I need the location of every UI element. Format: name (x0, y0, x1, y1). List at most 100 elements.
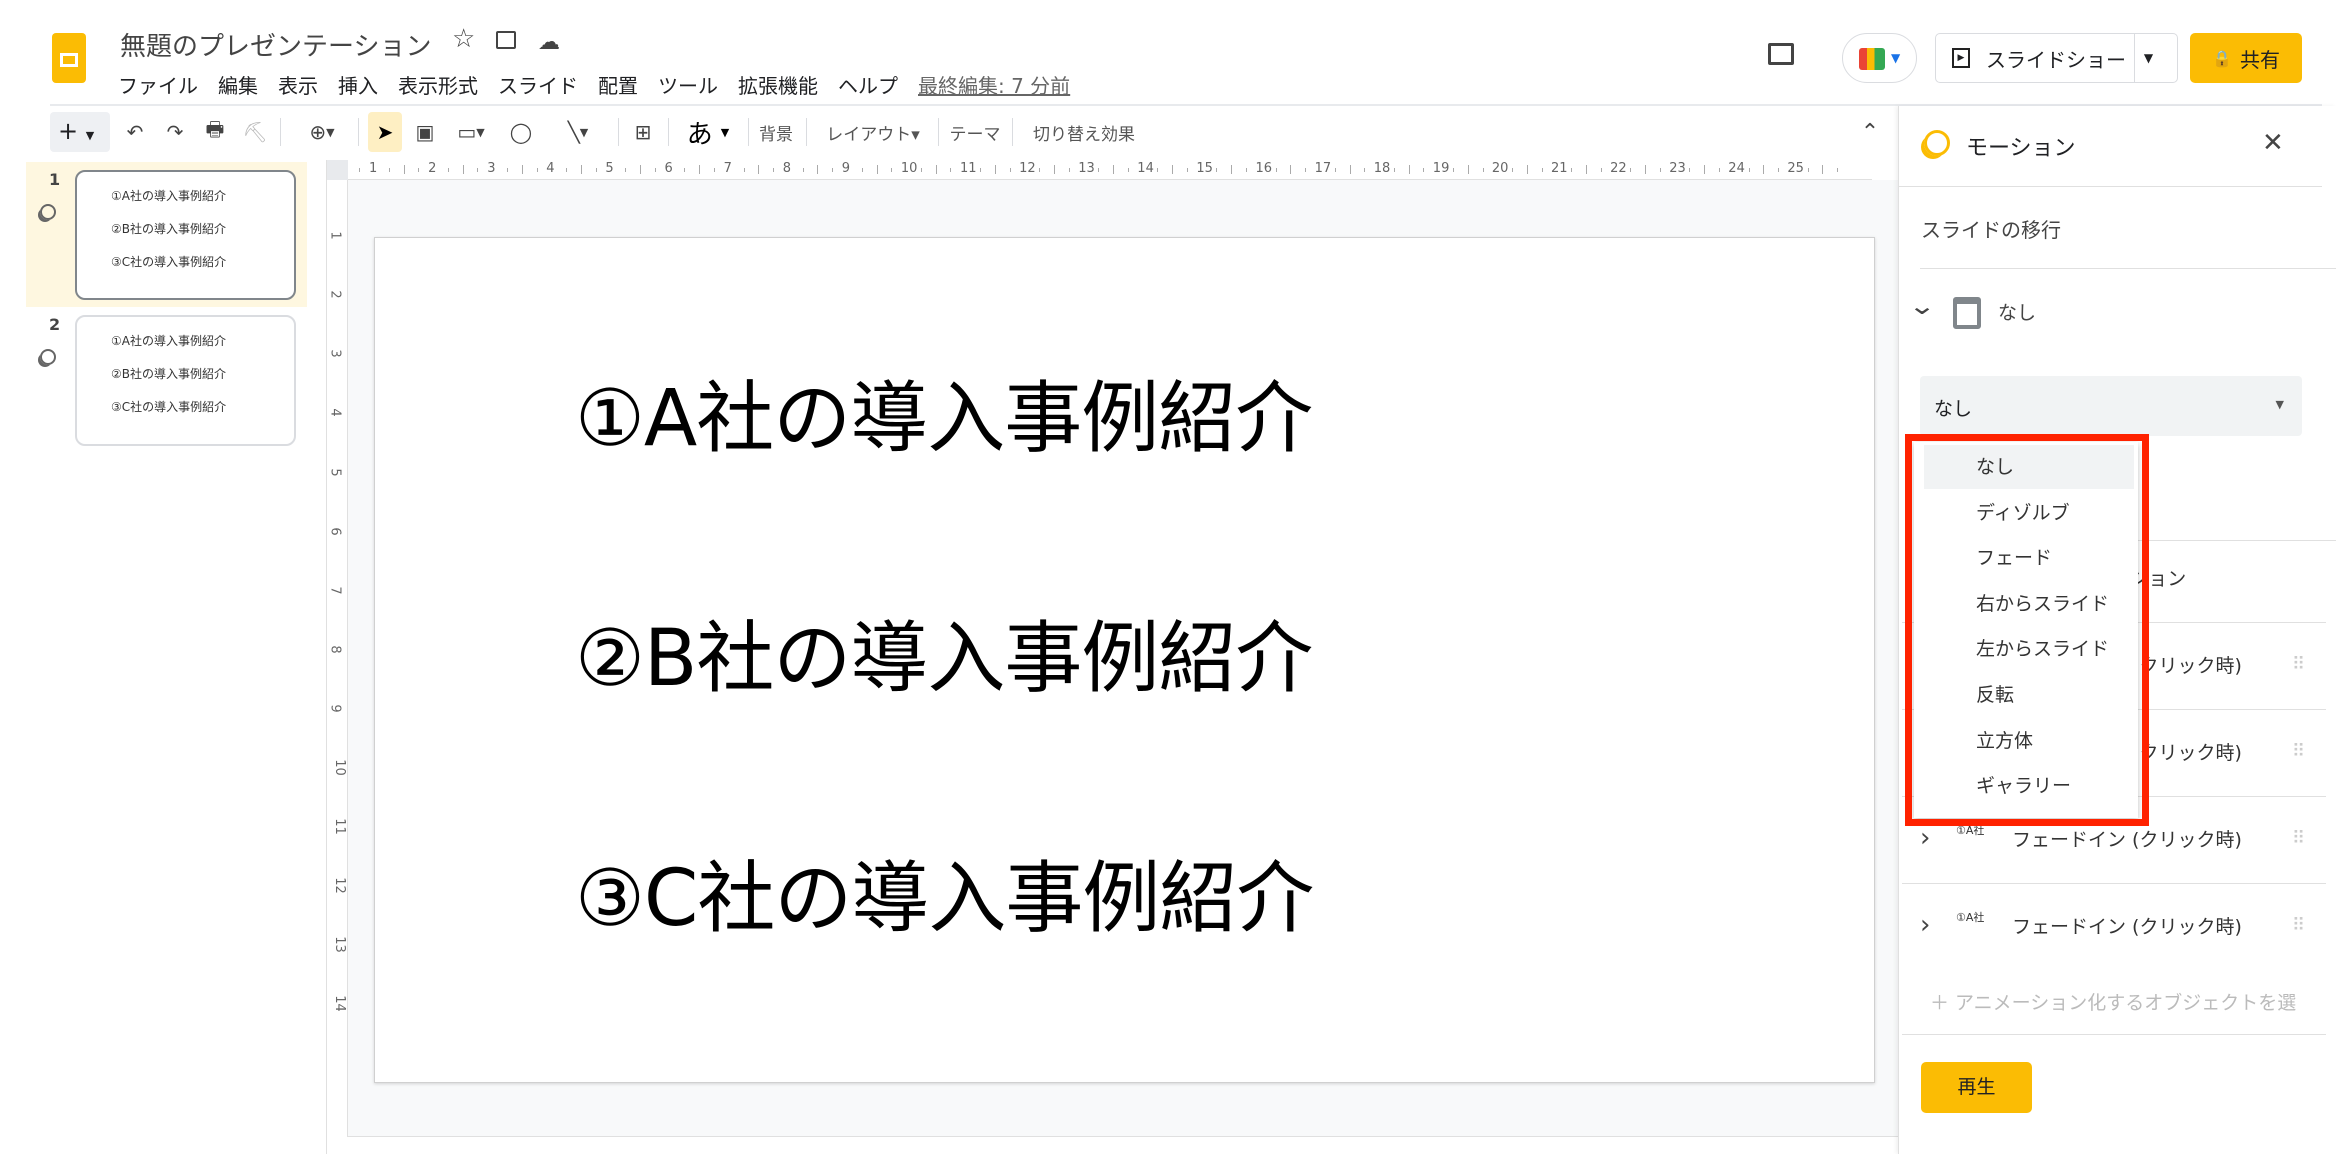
meet-button[interactable]: ▼ (1842, 33, 1917, 83)
comments-icon[interactable] (1768, 43, 1794, 65)
transition-collapse-icon[interactable]: ⌄ (1908, 292, 1936, 320)
ruler-tick (1600, 168, 1602, 172)
drag-handle-icon[interactable]: ⠿ (2292, 654, 2305, 675)
last-edit-link[interactable]: 最終編集: 7 分前 (918, 70, 1070, 99)
new-slide-button[interactable]: + ▼ (50, 112, 110, 152)
cloud-saved-icon[interactable]: ☁ (538, 30, 560, 55)
play-button[interactable]: 再生 (1921, 1062, 2032, 1113)
slideshow-dropdown[interactable]: ▼ (2134, 34, 2162, 82)
slide-text-line-1[interactable]: ①A社の導入事例紹介 (575, 356, 1313, 468)
ruler-tick (817, 165, 819, 174)
dropdown-option[interactable]: ギャラリー (1924, 764, 2134, 808)
dropdown-option[interactable]: フェード (1924, 536, 2134, 580)
ruler-tick (1659, 168, 1661, 172)
ruler-tick-label: 11 (331, 818, 347, 835)
ruler-tick-label: 18 (1373, 161, 1391, 176)
theme-button[interactable]: テーマ (948, 112, 1002, 152)
collapse-toolbar-icon[interactable]: ⌃ (1856, 112, 1884, 152)
transition-type-select[interactable]: なし ▼ (1920, 376, 2302, 436)
select-cursor-icon[interactable]: ➤ (368, 112, 402, 152)
ruler-tick-label: 5 (605, 161, 614, 176)
dropdown-option[interactable]: ディゾルブ (1924, 491, 2134, 535)
menu-view[interactable]: 表示 (278, 70, 318, 99)
ruler-tick (1689, 168, 1691, 172)
slide-thumbnail[interactable]: ①A社の導入事例紹介 ②B社の導入事例紹介 ③C社の導入事例紹介 (75, 315, 296, 446)
menu-arrange[interactable]: 配置 (598, 70, 638, 99)
ruler-tick (1290, 165, 1292, 174)
document-title[interactable]: 無題のプレゼンテーション (120, 26, 431, 63)
ruler-tick-label: 23 (1669, 161, 1686, 176)
ruler-tick (566, 168, 568, 172)
layout-button[interactable]: レイアウト▾ (818, 112, 928, 152)
ruler-tick-label: 16 (1255, 161, 1273, 176)
ruler-tick (1778, 168, 1780, 172)
drag-handle-icon[interactable]: ⠿ (2292, 741, 2305, 762)
menu-insert[interactable]: 挿入 (338, 70, 378, 99)
ruler-tick (1231, 165, 1233, 174)
divider (1902, 883, 2326, 884)
ruler-tick (1585, 165, 1587, 174)
slideshow-button[interactable]: ▶ スライドショー ▼ (1935, 33, 2178, 83)
ruler-tick-label: 1 (369, 161, 378, 176)
undo-icon[interactable]: ↶ (122, 112, 148, 152)
animation-item[interactable]: › ①A社 フェードイン (クリック時) ⠿ (1920, 905, 2322, 945)
thumbnail-text: ①A社の導入事例紹介 (111, 334, 226, 348)
drag-handle-icon[interactable]: ⠿ (2292, 915, 2305, 936)
divider (806, 118, 807, 146)
textbox-icon[interactable]: ▣ (410, 112, 440, 152)
dropdown-option[interactable]: 立方体 (1924, 719, 2134, 763)
vertical-ruler[interactable]: 1 2 3 4 5 6 7 8 9 10 11 12 13 14 (327, 180, 348, 1137)
slide-text-line-3[interactable]: ③C社の導入事例紹介 (575, 836, 1314, 948)
menu-tools[interactable]: ツール (658, 70, 718, 99)
background-button[interactable]: 背景 (756, 112, 796, 152)
ruler-tick (994, 165, 996, 174)
menu-help[interactable]: ヘルプ (838, 70, 898, 99)
ruler-tick (1098, 168, 1100, 172)
star-icon[interactable]: ☆ (452, 24, 475, 54)
ruler-tick (1393, 168, 1395, 172)
ruler-tick (1113, 165, 1115, 174)
ruler-tick-label: 10 (900, 161, 918, 176)
zoom-icon[interactable]: ⊕ ▼ (294, 112, 350, 152)
ruler-tick (1009, 168, 1011, 172)
redo-icon[interactable]: ↷ (162, 112, 188, 152)
menu-format[interactable]: 表示形式 (398, 70, 478, 99)
slide-text-line-2[interactable]: ②B社の導入事例紹介 (575, 596, 1313, 708)
ruler-tick-label: 24 (1728, 161, 1745, 176)
shape-icon[interactable]: ◯ (506, 112, 536, 152)
menu-slide[interactable]: スライド (498, 70, 578, 99)
ruler-tick (1645, 165, 1647, 174)
add-comment-icon[interactable]: ⊞ (628, 112, 658, 152)
dropdown-option[interactable]: 右からスライド (1924, 582, 2134, 626)
filmstrip (0, 160, 327, 1154)
line-icon[interactable]: ╲ ▼ (548, 112, 608, 152)
menu-file[interactable]: ファイル (118, 70, 198, 99)
slide-thumbnail[interactable]: ①A社の導入事例紹介 ②B社の導入事例紹介 ③C社の導入事例紹介 (75, 170, 296, 300)
chevron-right-icon: › (1920, 823, 1931, 853)
drag-handle-icon[interactable]: ⠿ (2292, 828, 2305, 849)
ruler-tick-label: 20 (1491, 161, 1509, 176)
ruler-tick-label: 22 (1610, 161, 1627, 176)
thumbnail-text: ③C社の導入事例紹介 (111, 255, 227, 269)
ruler-tick (1216, 168, 1218, 172)
image-icon[interactable]: ▭ ▼ (448, 112, 494, 152)
horizontal-ruler[interactable]: 1 2 3 4 5 6 7 8 9 10 11 12 13 14 15 16 17 18 19 20 21 22 23 24 2… (329, 160, 1872, 180)
transition-button[interactable]: 切り替え効果 (1024, 112, 1144, 152)
divider (280, 118, 281, 146)
dropdown-option[interactable]: なし (1924, 445, 2134, 489)
menu-extensions[interactable]: 拡張機能 (738, 70, 818, 99)
add-animation-hint[interactable]: ＋ アニメーション化するオブジェクトを選 (1930, 988, 2322, 1015)
share-button[interactable]: 🔒 共有 (2190, 33, 2302, 83)
panel-title: モーション (1966, 136, 2076, 161)
close-icon[interactable]: ✕ (2262, 128, 2284, 158)
print-icon[interactable]: 🖶 (202, 112, 228, 152)
dropdown-option[interactable]: 左からスライド (1924, 627, 2134, 671)
transition-heading: スライドの移行 (1921, 218, 2061, 242)
move-folder-icon[interactable] (496, 31, 516, 49)
menu-edit[interactable]: 編集 (218, 70, 258, 99)
paint-format-icon[interactable]: ⛏ (242, 112, 268, 152)
slides-logo[interactable] (52, 33, 86, 83)
input-tools-button[interactable]: あ ▼ (678, 112, 738, 152)
ime-label: あ (686, 119, 713, 150)
dropdown-option[interactable]: 反転 (1924, 673, 2134, 717)
